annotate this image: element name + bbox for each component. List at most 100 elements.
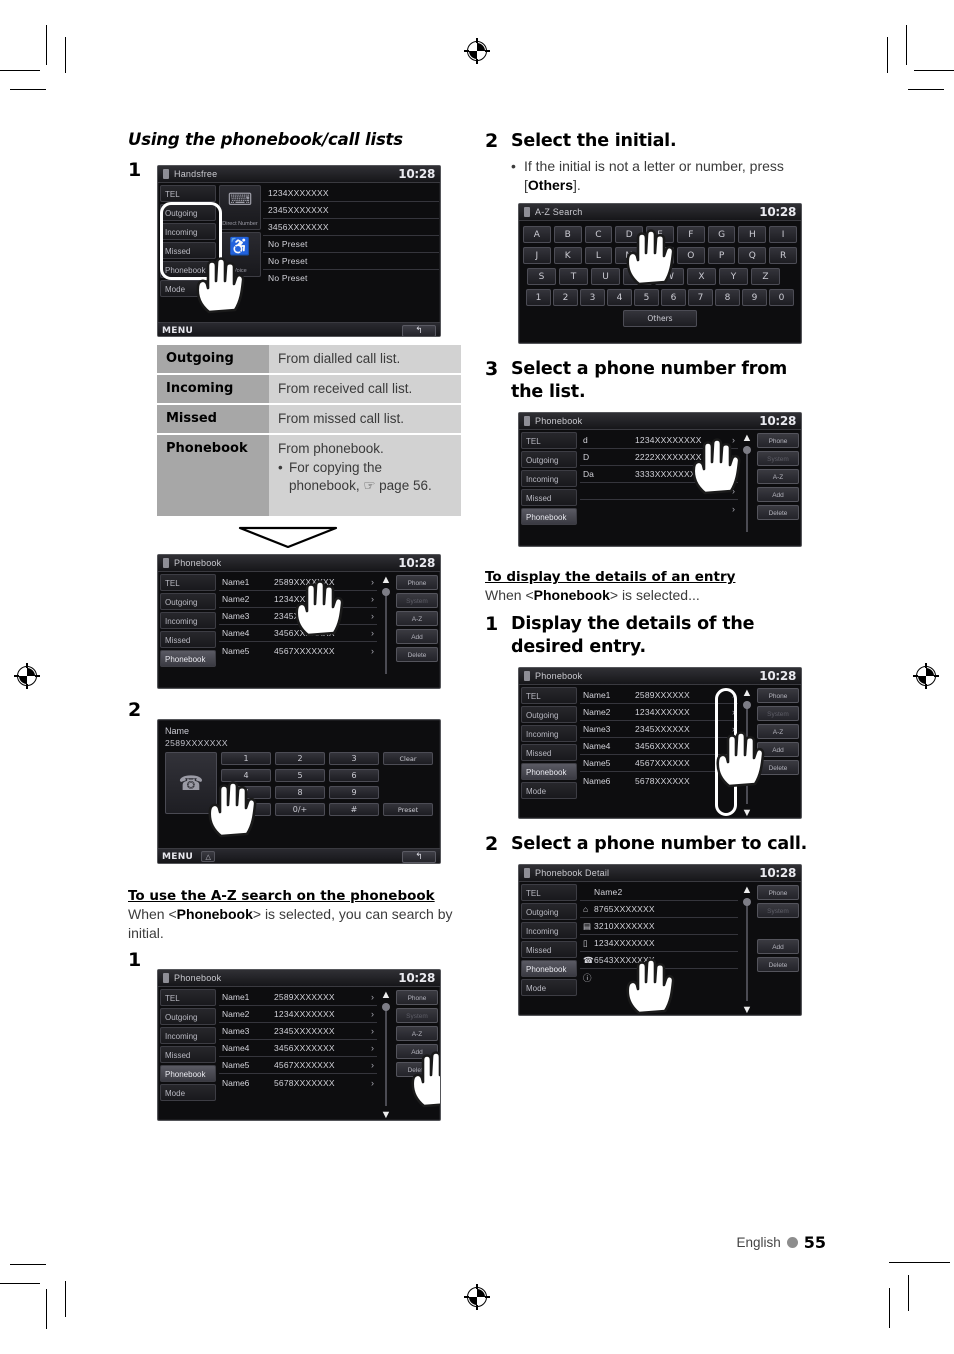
nav-item-phonebook[interactable]: Phonebook [160, 261, 216, 278]
add-button[interactable]: Add [396, 629, 438, 644]
scrollbar[interactable]: ▲ ▼ [739, 882, 755, 1015]
nav-item-phonebook[interactable]: Phonebook [160, 1065, 216, 1082]
delete-button[interactable]: Delete [757, 957, 799, 972]
list-item[interactable]: Name5 4567XXXXXXX › [219, 642, 377, 659]
key-7[interactable]: 7 [688, 289, 713, 306]
list-item[interactable]: ⓘ [580, 969, 738, 986]
scroll-up-icon[interactable]: ▲ [378, 574, 394, 586]
list-item[interactable]: ☎ 6543XXXXXXX [580, 952, 738, 969]
list-item[interactable]: Name4 3456XXXXXXX › [219, 625, 377, 642]
preset-row[interactable]: 2345XXXXXXX [263, 202, 439, 219]
nav-item-tel[interactable]: TEL [521, 687, 577, 704]
key-8[interactable]: 8 [275, 786, 325, 799]
scroll-down-icon[interactable]: ▼ [739, 1004, 755, 1015]
list-item[interactable]: D 2222XXXXXXXX › [580, 449, 738, 466]
direct-number-button[interactable]: ⌨ Direct Number [219, 185, 261, 230]
phone-button[interactable]: Phone [757, 688, 799, 703]
chevron-right-icon[interactable]: › [729, 724, 735, 734]
preset-row[interactable]: 3456XXXXXXX [263, 219, 439, 236]
key-o[interactable]: O [676, 247, 705, 264]
scroll-thumb[interactable] [382, 1003, 390, 1011]
delete-button[interactable]: Delete [396, 1062, 438, 1077]
key-l[interactable]: L [584, 247, 613, 264]
add-button[interactable]: Add [757, 742, 799, 757]
az-button[interactable]: A-Z [757, 469, 799, 484]
list-item[interactable]: Name1 2589XXXXXXX › [219, 574, 377, 591]
nav-item-outgoing[interactable]: Outgoing [160, 593, 216, 610]
key-2[interactable]: 2 [275, 752, 325, 765]
key-a[interactable]: A [522, 226, 551, 243]
nav-item-missed[interactable]: Missed [521, 489, 577, 506]
key-2[interactable]: 2 [553, 289, 578, 306]
list-item[interactable]: Name4 3456XXXXXX › [580, 738, 738, 755]
key-h[interactable]: H [738, 226, 767, 243]
list-item[interactable]: › [580, 483, 738, 500]
key-y[interactable]: Y [719, 268, 748, 285]
nav-item-phonebook[interactable]: Phonebook [521, 960, 577, 977]
voice-button[interactable]: ♿ Voice [219, 232, 261, 277]
home-button[interactable]: △ [201, 851, 216, 862]
key-6[interactable]: 6 [661, 289, 686, 306]
nav-item-outgoing[interactable]: Outgoing [521, 903, 577, 920]
list-item[interactable]: Name1 2589XXXXXX › [580, 687, 738, 704]
key-star[interactable]: * [221, 803, 271, 816]
add-button[interactable]: Add [757, 939, 799, 954]
chevron-right-icon[interactable]: › [729, 741, 735, 751]
phone-button[interactable]: Phone [757, 433, 799, 448]
key-x[interactable]: X [687, 268, 716, 285]
nav-item-tel[interactable]: TEL [160, 185, 216, 202]
scroll-thumb[interactable] [382, 588, 390, 596]
list-item[interactable]: Name6 5678XXXXXXX › [219, 1074, 377, 1091]
key-hash[interactable]: # [329, 803, 379, 816]
nav-item-tel[interactable]: TEL [160, 574, 216, 591]
nav-item-outgoing[interactable]: Outgoing [521, 451, 577, 468]
menu-button[interactable]: MENU [162, 326, 193, 336]
system-button[interactable]: System [757, 706, 799, 721]
nav-item-tel[interactable]: TEL [160, 989, 216, 1006]
key-1[interactable]: 1 [526, 289, 551, 306]
nav-item-incoming[interactable]: Incoming [521, 922, 577, 939]
list-item[interactable]: Name3 2345XXXXXXX › [219, 1023, 377, 1040]
list-item[interactable]: Name3 2345XXXXXX › [580, 721, 738, 738]
scroll-up-icon[interactable]: ▲ [378, 989, 394, 1001]
nav-item-incoming[interactable]: Incoming [160, 1027, 216, 1044]
menu-button[interactable]: MENU [162, 852, 193, 862]
nav-item-missed[interactable]: Missed [160, 631, 216, 648]
nav-item-outgoing[interactable]: Outgoing [160, 1008, 216, 1025]
chevron-right-icon[interactable]: › [729, 707, 735, 717]
system-button[interactable]: System [757, 903, 799, 918]
key-u[interactable]: U [591, 268, 620, 285]
key-5[interactable]: 5 [634, 289, 659, 306]
nav-item-phonebook[interactable]: Phonebook [160, 650, 216, 667]
nav-item-missed[interactable]: Missed [160, 242, 216, 259]
list-item[interactable]: Name5 4567XXXXXXX › [219, 1057, 377, 1074]
chevron-right-icon[interactable]: › [729, 758, 735, 768]
key-f[interactable]: F [676, 226, 705, 243]
key-3[interactable]: 3 [580, 289, 605, 306]
delete-button[interactable]: Delete [757, 760, 799, 775]
scrollbar[interactable]: ▲ ▼ [739, 685, 755, 818]
chevron-right-icon[interactable]: › [729, 690, 735, 700]
scroll-up-icon[interactable]: ▲ [739, 432, 755, 444]
nav-item-missed[interactable]: Missed [160, 1046, 216, 1063]
nav-item-mode[interactable]: Mode [160, 280, 216, 297]
nav-item-incoming[interactable]: Incoming [160, 612, 216, 629]
preset-button[interactable]: Preset [383, 803, 433, 816]
nav-item-missed[interactable]: Missed [521, 744, 577, 761]
preset-row[interactable]: No Preset [263, 253, 439, 270]
add-button[interactable]: Add [396, 1044, 438, 1059]
nav-item-incoming[interactable]: Incoming [521, 470, 577, 487]
key-i[interactable]: I [769, 226, 798, 243]
key-s[interactable]: S [527, 268, 556, 285]
key-b[interactable]: B [553, 226, 582, 243]
phone-button[interactable]: Phone [396, 990, 438, 1005]
key-k[interactable]: K [553, 247, 582, 264]
nav-item-mode[interactable]: Mode [521, 782, 577, 799]
list-item[interactable]: Name3 2345XXXXXXX › [219, 608, 377, 625]
nav-item-phonebook[interactable]: Phonebook [521, 763, 577, 780]
key-n[interactable]: N [646, 247, 674, 264]
scroll-thumb[interactable] [743, 701, 751, 709]
chevron-right-icon[interactable]: › [729, 776, 735, 786]
key-4[interactable]: 4 [607, 289, 632, 306]
nav-item-mode[interactable]: Mode [160, 1084, 216, 1101]
